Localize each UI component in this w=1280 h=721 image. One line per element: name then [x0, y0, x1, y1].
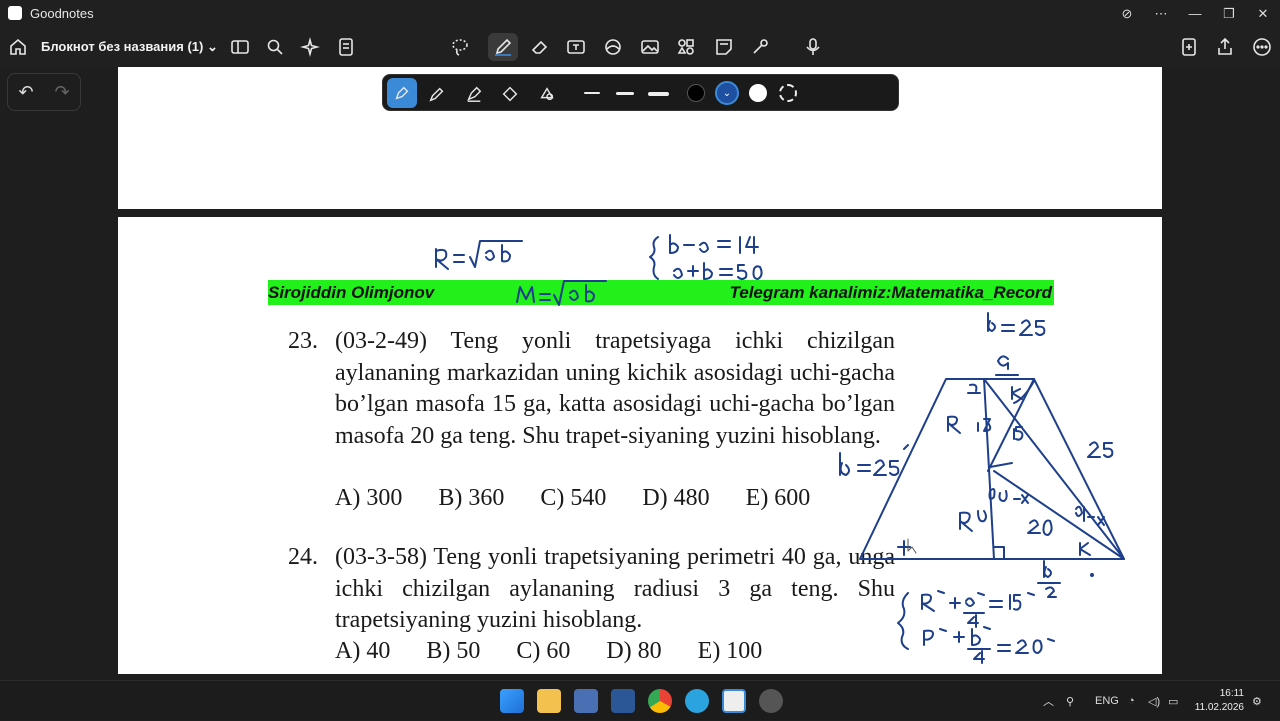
lasso-icon[interactable] — [448, 35, 472, 59]
file-explorer-icon[interactable] — [537, 689, 561, 713]
image-icon[interactable] — [638, 35, 662, 59]
eraser-icon[interactable] — [528, 35, 552, 59]
color-black[interactable] — [687, 84, 705, 102]
recorder-icon[interactable] — [759, 689, 783, 713]
color-white[interactable] — [749, 84, 767, 102]
save-app-icon[interactable] — [574, 689, 598, 713]
share-icon[interactable] — [1213, 35, 1237, 59]
tray-network-icon[interactable]: ⚲ — [1066, 681, 1074, 721]
shape-pen-icon[interactable] — [534, 81, 560, 107]
pen-icon[interactable] — [488, 33, 518, 61]
undo-icon[interactable]: ↶ — [18, 82, 33, 103]
start-icon[interactable] — [500, 689, 524, 713]
notebook-title: Блокнот без названия (1) — [41, 39, 204, 54]
chevron-down-icon: ⌄ — [206, 39, 218, 54]
clock-time: 16:11 — [1219, 688, 1244, 699]
maximize-button[interactable]: ❐ — [1212, 0, 1246, 27]
telegram-icon[interactable] — [685, 689, 709, 713]
elements-icon[interactable] — [674, 35, 698, 59]
page-current[interactable]: Sirojiddin Olimjonov Telegram kanalimiz:… — [118, 217, 1162, 674]
clock[interactable]: 16:11 11.02.2026 — [1195, 687, 1244, 715]
main-toolbar: Блокнот без названия (1) ⌄ — [0, 27, 1280, 67]
fountain-pen-icon[interactable] — [387, 78, 417, 108]
thin-line-option[interactable] — [584, 92, 600, 94]
thick-line-option[interactable] — [648, 92, 669, 96]
word-icon[interactable] — [611, 689, 635, 713]
laser-icon[interactable] — [748, 35, 772, 59]
goodnotes-app-icon — [8, 6, 22, 20]
sparkle-icon[interactable] — [298, 35, 322, 59]
title-bar: Goodnotes ⊘ ⋯ — ❐ ✕ — [0, 0, 1280, 27]
close-button[interactable]: ✕ — [1246, 0, 1280, 27]
app-title: Goodnotes — [30, 6, 94, 21]
goodnotes-taskbar-icon[interactable] — [722, 689, 746, 713]
windows-taskbar: ︿ ⚲ ENG ◔ ◁) ▭ 16:11 11.02.2026 ⚙ — [0, 680, 1280, 720]
sticky-note-icon[interactable] — [712, 35, 736, 59]
clock-date: 11.02.2026 — [1194, 702, 1244, 713]
language-indicator[interactable]: ENG — [1095, 681, 1119, 721]
search-icon[interactable] — [263, 35, 287, 59]
document-icon[interactable] — [334, 35, 358, 59]
brush-pen-icon[interactable] — [461, 81, 487, 107]
focus-mode-icon[interactable]: ⊘ — [1110, 0, 1144, 27]
textbox-icon[interactable] — [564, 35, 588, 59]
color-blue-selected[interactable]: ⌄ — [715, 81, 739, 105]
ballpoint-pen-icon[interactable] — [424, 81, 450, 107]
tray-chevron-icon[interactable]: ︿ — [1043, 681, 1054, 721]
notification-icon[interactable]: ⚙ — [1252, 681, 1262, 721]
battery-icon[interactable]: ▭ — [1168, 681, 1178, 721]
shapes-icon[interactable] — [601, 35, 625, 59]
add-page-icon[interactable] — [1177, 35, 1201, 59]
home-icon[interactable] — [6, 35, 30, 59]
undo-redo-group: ↶ ↷ — [7, 73, 81, 111]
medium-line-option[interactable] — [616, 92, 634, 95]
window-menu-icon[interactable]: ⋯ — [1144, 0, 1178, 27]
microphone-icon[interactable] — [795, 35, 831, 59]
pen-tools-bar: ⌄ — [382, 74, 899, 111]
wifi-icon[interactable]: ◔ — [1128, 681, 1135, 721]
notebook-title-dropdown[interactable]: Блокнот без названия (1) ⌄ — [41, 39, 218, 55]
more-icon[interactable] — [1250, 35, 1274, 59]
minimize-button[interactable]: — — [1178, 0, 1212, 27]
volume-icon[interactable]: ◁) — [1148, 681, 1160, 721]
highlighter-icon[interactable] — [497, 81, 523, 107]
chrome-icon[interactable] — [648, 689, 672, 713]
sidebar-icon[interactable] — [228, 35, 252, 59]
redo-icon[interactable]: ↷ — [54, 82, 69, 103]
add-color-icon[interactable] — [779, 84, 797, 102]
handwritten-ink[interactable] — [118, 217, 1162, 674]
